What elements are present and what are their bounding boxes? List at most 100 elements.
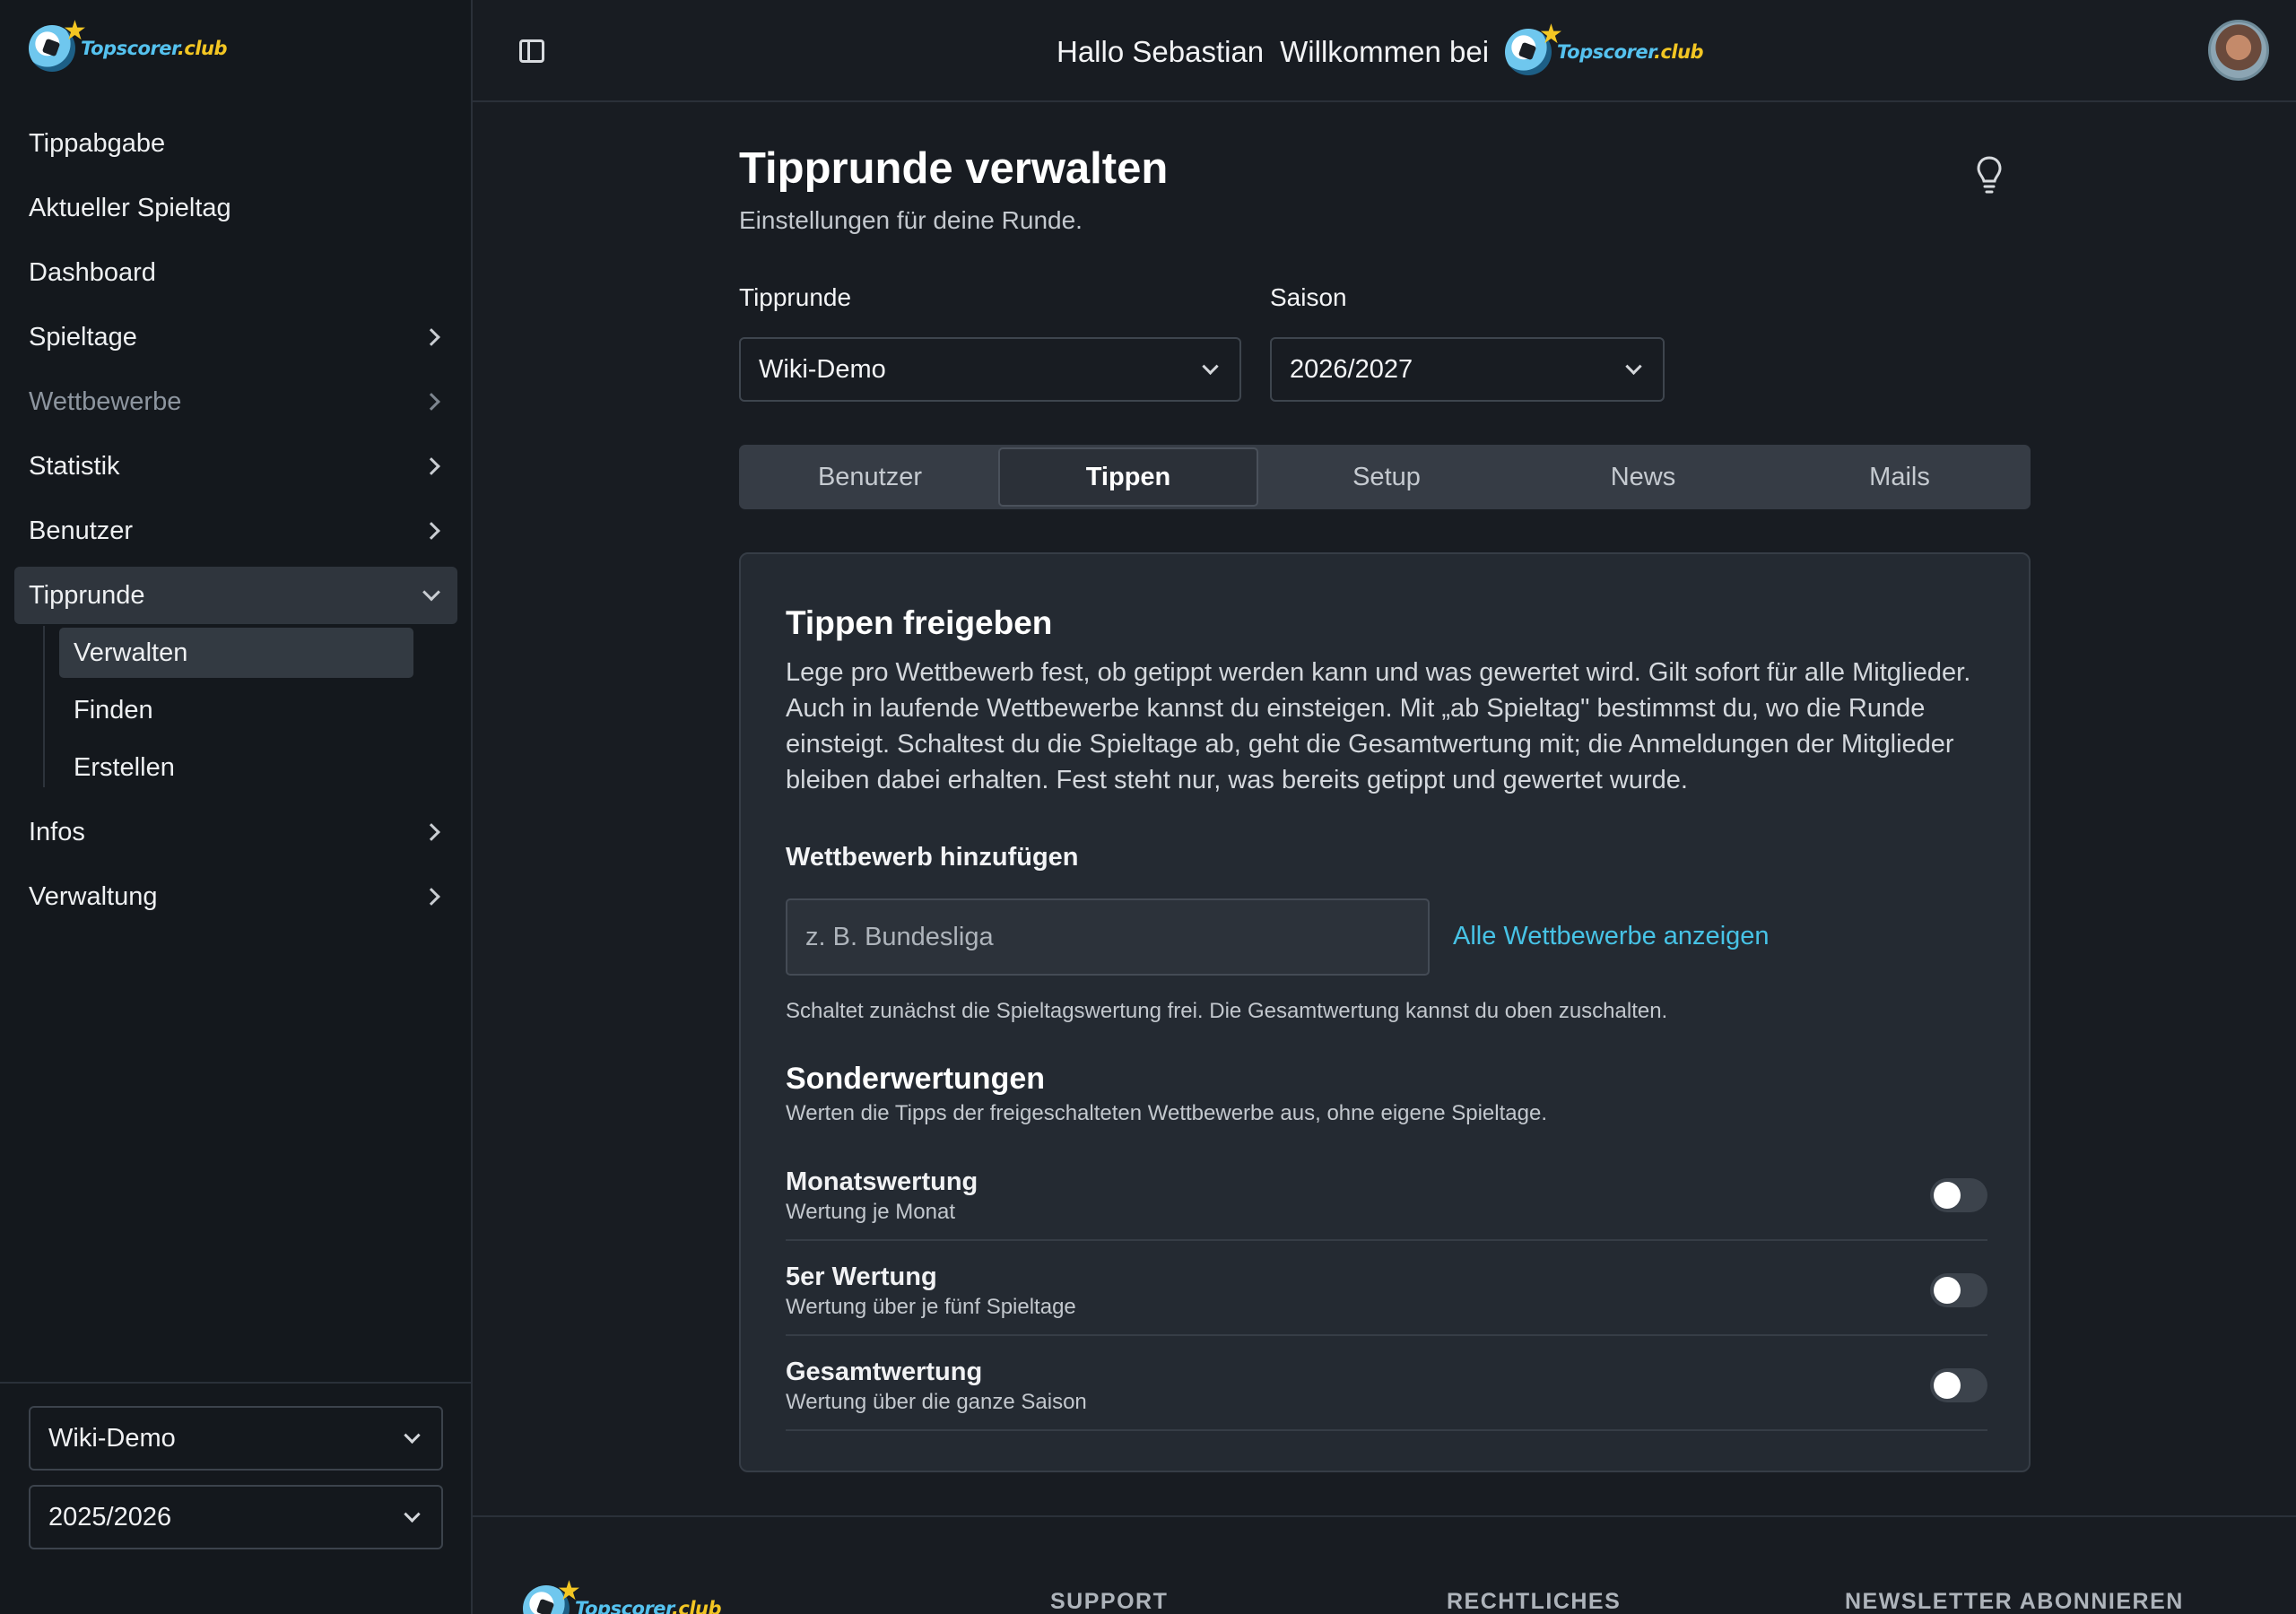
- season-select[interactable]: 2026/2027: [1270, 337, 1665, 402]
- lightbulb-icon[interactable]: [1977, 155, 2002, 195]
- welcome-text: Willkommen bei: [1280, 35, 1490, 68]
- star-icon: ★: [557, 1576, 581, 1606]
- sidebar-season-select[interactable]: 2025/2026: [29, 1485, 443, 1549]
- toggle-knob: [1934, 1372, 1961, 1399]
- select-value: 2026/2027: [1290, 354, 1413, 384]
- tippen-card: Tippen freigeben Lege pro Wettbewerb fes…: [739, 552, 2031, 1472]
- greeting-text: Hallo Sebastian: [1057, 35, 1265, 68]
- season-label: Saison: [1270, 283, 1347, 311]
- chevron-down-icon: [1202, 358, 1219, 375]
- logo-text: Topscorer.club: [575, 1598, 722, 1614]
- sidebar-item-dashboard[interactable]: Dashboard: [14, 244, 457, 301]
- chevron-right-icon: [422, 888, 440, 906]
- ranking-title: 5er Wertung: [786, 1263, 937, 1291]
- sidebar-item-wettbewerbe[interactable]: Wettbewerbe: [14, 373, 457, 430]
- chevron-right-icon: [422, 457, 440, 475]
- sidebar-item-spieltage[interactable]: Spieltage: [14, 308, 457, 366]
- top-header: Hallo Sebastian Willkommen bei ★ Topscor…: [473, 0, 2296, 102]
- sidebar: ★ Topscorer.club Tippabgabe Aktueller Sp…: [0, 0, 473, 1614]
- footer-logo[interactable]: ★ Topscorer.club: [523, 1578, 722, 1614]
- ranking-title: Gesamtwertung: [786, 1358, 983, 1386]
- tab-setup[interactable]: Setup: [1258, 447, 1515, 507]
- sidebar-item-statistik[interactable]: Statistik: [14, 438, 457, 495]
- chevron-right-icon: [422, 823, 440, 841]
- toggle-knob: [1934, 1182, 1961, 1209]
- round-select[interactable]: Wiki-Demo: [739, 337, 1241, 402]
- sidebar-item-label: Statistik: [29, 451, 120, 481]
- sidebar-item-label: Wettbewerbe: [29, 386, 182, 416]
- ranking-row-5er: 5er Wertung Wertung über je fünf Spielta…: [786, 1241, 1987, 1336]
- footer-support-heading: SUPPORT: [1050, 1589, 1169, 1614]
- sidebar-subitem-label: Verwalten: [74, 638, 188, 667]
- logo-text: Topscorer.club: [81, 38, 228, 59]
- sidebar-item-verwaltung[interactable]: Verwaltung: [14, 868, 457, 925]
- sidebar-item-label: Benutzer: [29, 516, 134, 545]
- 5er-wertung-toggle[interactable]: [1930, 1273, 1987, 1307]
- sidebar-item-label: Verwaltung: [29, 881, 158, 911]
- ranking-subtitle: Wertung über die ganze Saison: [786, 1390, 1087, 1414]
- sidebar-subitem-label: Finden: [74, 695, 153, 725]
- sidebar-round-select[interactable]: Wiki-Demo: [29, 1406, 443, 1471]
- chevron-down-icon: [422, 583, 440, 602]
- sidebar-item-label: Dashboard: [29, 257, 156, 287]
- add-competition-label: Wettbewerb hinzufügen: [786, 843, 1079, 872]
- toggle-knob: [1934, 1277, 1961, 1304]
- footer-legal-heading: RECHTLICHES: [1447, 1589, 1622, 1614]
- submenu-line: [43, 626, 45, 787]
- ranking-subtitle: Wertung je Monat: [786, 1200, 955, 1224]
- competition-search-input[interactable]: [786, 898, 1430, 976]
- show-all-competitions-link[interactable]: Alle Wettbewerbe anzeigen: [1453, 922, 1770, 951]
- sidebar-logo[interactable]: ★ Topscorer.club: [29, 18, 228, 72]
- gesamtwertung-toggle[interactable]: [1930, 1368, 1987, 1402]
- ranking-row-gesamt: Gesamtwertung Wertung über die ganze Sai…: [786, 1336, 1987, 1431]
- footer-newsletter-heading: NEWSLETTER ABONNIEREN: [1845, 1589, 2184, 1614]
- sidebar-item-benutzer[interactable]: Benutzer: [14, 502, 457, 560]
- tab-news[interactable]: News: [1515, 447, 1771, 507]
- sidebar-item-label: Tippabgabe: [29, 128, 166, 158]
- page-subtitle: Einstellungen für deine Runde.: [739, 206, 1083, 234]
- sidebar-item-label: Infos: [29, 817, 85, 846]
- star-icon: ★: [1539, 20, 1563, 49]
- sidebar-subitem-erstellen[interactable]: Erstellen: [59, 742, 413, 793]
- header-logo: ★ Topscorer.club: [1505, 22, 1704, 75]
- sidebar-item-tipprunde[interactable]: Tipprunde: [14, 567, 457, 624]
- ranking-row-monat: Monatswertung Wertung je Monat: [786, 1146, 1987, 1241]
- ranking-title: Monatswertung: [786, 1167, 978, 1196]
- sidebar-subitem-label: Erstellen: [74, 752, 175, 782]
- chevron-right-icon: [422, 328, 440, 346]
- chevron-right-icon: [422, 393, 440, 411]
- star-icon: ★: [63, 16, 87, 46]
- chevron-down-icon: [1625, 358, 1642, 375]
- tab-tippen[interactable]: Tippen: [998, 447, 1258, 507]
- card-title: Tippen freigeben: [786, 604, 1053, 641]
- chevron-right-icon: [422, 522, 440, 540]
- select-value: 2025/2026: [48, 1502, 172, 1532]
- tab-benutzer[interactable]: Benutzer: [742, 447, 998, 507]
- round-label: Tipprunde: [739, 283, 852, 311]
- select-value: Wiki-Demo: [759, 354, 886, 384]
- app-root: ★ Topscorer.club Tippabgabe Aktueller Sp…: [0, 0, 2296, 1614]
- monatswertung-toggle[interactable]: [1930, 1178, 1987, 1212]
- sidebar-item-tippabgabe[interactable]: Tippabgabe: [14, 115, 457, 172]
- sidebar-subitem-verwalten[interactable]: Verwalten: [59, 628, 413, 678]
- select-value: Wiki-Demo: [48, 1423, 176, 1453]
- logo-text: Topscorer.club: [1557, 41, 1704, 63]
- chevron-down-icon: [404, 1506, 421, 1523]
- page-title: Tipprunde verwalten: [739, 144, 1169, 193]
- sidebar-divider: [0, 1382, 471, 1384]
- special-rankings-title: Sonderwertungen: [786, 1062, 1046, 1096]
- sidebar-item-infos[interactable]: Infos: [14, 803, 457, 861]
- sidebar-subitem-finden[interactable]: Finden: [59, 685, 413, 735]
- avatar[interactable]: [2208, 20, 2269, 81]
- sidebar-item-label: Tipprunde: [29, 580, 145, 610]
- chevron-down-icon: [404, 1427, 421, 1444]
- sidebar-toggle-icon[interactable]: [519, 39, 544, 63]
- settings-tabs: Benutzer Tippen Setup News Mails: [739, 445, 2031, 509]
- special-rankings-subtitle: Werten die Tipps der freigeschalteten We…: [786, 1101, 1547, 1125]
- sidebar-item-label: Aktueller Spieltag: [29, 193, 231, 222]
- sidebar-item-label: Spieltage: [29, 322, 137, 351]
- add-hint: Schaltet zunächst die Spieltagswertung f…: [786, 999, 1668, 1023]
- sidebar-item-aktueller-spieltag[interactable]: Aktueller Spieltag: [14, 179, 457, 237]
- card-description: Lege pro Wettbewerb fest, ob getippt wer…: [786, 658, 1971, 794]
- tab-mails[interactable]: Mails: [1771, 447, 2028, 507]
